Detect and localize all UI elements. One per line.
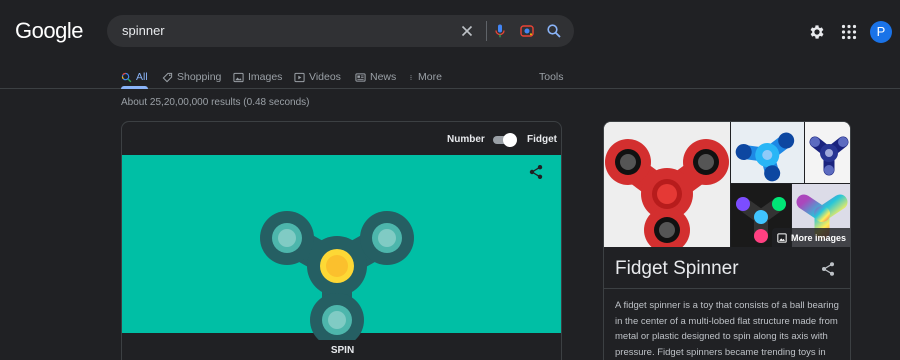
kp-divider: [604, 288, 850, 289]
tab-news[interactable]: News: [355, 66, 396, 88]
tab-more-label: More: [418, 71, 442, 83]
tab-videos-label: Videos: [309, 71, 341, 83]
more-vert-icon: [410, 74, 412, 80]
toggle-label-fidget[interactable]: Fidget: [527, 134, 557, 145]
kp-image-3[interactable]: [805, 122, 850, 183]
tools-button[interactable]: Tools: [539, 66, 564, 88]
search-divider: [486, 21, 487, 41]
navy-spinner-image: [805, 122, 850, 183]
spinner-bearing-left: [272, 223, 302, 253]
blue-spinner-image: [731, 122, 804, 183]
mode-toggle-switch[interactable]: [491, 133, 517, 147]
account-avatar[interactable]: P: [870, 21, 892, 43]
tab-all[interactable]: All: [121, 66, 148, 89]
toggle-label-number[interactable]: Number: [447, 134, 485, 145]
toggle-knob: [503, 133, 517, 147]
tools-label: Tools: [539, 71, 564, 83]
kp-image-2[interactable]: [731, 122, 804, 183]
tab-images[interactable]: Images: [233, 66, 282, 88]
mic-icon[interactable]: [492, 23, 508, 39]
apps-grid-icon[interactable]: [840, 23, 858, 41]
knowledge-panel: More images Fidget Spinner A fidget spin…: [603, 121, 851, 360]
spinner-center-cap: [320, 249, 354, 283]
tab-videos[interactable]: Videos: [294, 66, 341, 88]
search-box[interactable]: spinner: [107, 15, 574, 47]
tab-more[interactable]: More: [408, 66, 442, 88]
google-logo[interactable]: Google: [15, 18, 83, 44]
mode-toggle-row: Number Fidget: [122, 122, 561, 155]
share-icon[interactable]: [820, 261, 836, 277]
image-icon: [233, 72, 244, 82]
image-icon: [777, 232, 787, 243]
search-tabs: All Shopping Images Videos News More Too…: [0, 62, 900, 89]
tab-shopping[interactable]: Shopping: [162, 66, 221, 88]
spinner-bearing-right: [372, 223, 402, 253]
newspaper-icon: [355, 72, 366, 82]
share-icon[interactable]: [528, 164, 544, 180]
header: Google spinner P: [0, 0, 900, 62]
search-icon[interactable]: [546, 23, 562, 39]
more-images-button[interactable]: More images: [772, 228, 850, 247]
more-images-label: More images: [791, 232, 847, 243]
tab-news-label: News: [370, 71, 397, 83]
lens-icon[interactable]: [519, 23, 535, 39]
result-stats: About 25,20,00,000 results (0.48 seconds…: [121, 97, 310, 108]
spinner-card: Number Fidget SPIN: [121, 121, 562, 360]
kp-title: Fidget Spinner: [615, 258, 739, 279]
tab-all-label: All: [136, 71, 148, 83]
spinner-bearing-bottom: [322, 305, 352, 335]
red-spinner-image: [604, 122, 730, 247]
tab-shopping-label: Shopping: [177, 71, 222, 83]
fidget-spinner[interactable]: [257, 180, 417, 340]
video-icon: [294, 72, 305, 82]
kp-image-main[interactable]: [604, 122, 730, 247]
gear-icon[interactable]: [808, 23, 826, 41]
spinner-stage: [122, 155, 561, 340]
kp-description: A fidget spinner is a toy that consists …: [615, 300, 839, 358]
spin-button[interactable]: SPIN: [122, 333, 561, 360]
close-icon[interactable]: [459, 23, 475, 39]
tag-icon: [162, 72, 173, 82]
tab-images-label: Images: [248, 71, 283, 83]
search-input[interactable]: spinner: [122, 23, 165, 38]
search-icon: [121, 72, 132, 82]
